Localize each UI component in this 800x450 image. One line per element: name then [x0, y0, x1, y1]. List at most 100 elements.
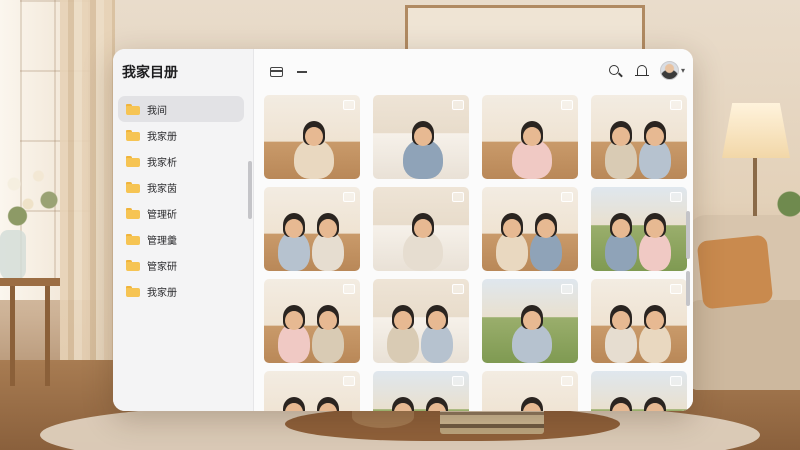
folder-label: 我家册	[147, 287, 177, 299]
person-face	[646, 127, 664, 146]
select-checkbox[interactable]	[670, 100, 682, 110]
person-face	[394, 311, 412, 330]
folder-label: 管家研	[147, 261, 177, 273]
photo-thumbnail[interactable]	[591, 371, 687, 411]
toolbar-left	[266, 62, 312, 82]
select-checkbox[interactable]	[343, 192, 355, 202]
folder-icon	[126, 285, 140, 297]
flowers	[0, 160, 70, 240]
person-face	[646, 219, 664, 238]
main-content: ▾	[254, 49, 693, 411]
photo-thumbnail[interactable]	[373, 187, 469, 271]
folder-icon	[126, 233, 140, 245]
photo-thumbnail[interactable]	[591, 279, 687, 363]
side-table-leg	[10, 286, 15, 386]
folder-label: 我间	[147, 105, 167, 117]
photo-thumbnail[interactable]	[482, 95, 578, 179]
sidebar-folder-item[interactable]: 管理羹	[118, 226, 244, 252]
folder-icon	[126, 207, 140, 219]
avatar[interactable]	[659, 60, 679, 80]
person-face	[537, 219, 555, 238]
person-face	[414, 219, 432, 238]
folder-icon	[126, 129, 140, 141]
main-scrollbar-lower[interactable]	[686, 271, 690, 306]
main-scrollbar[interactable]	[686, 211, 690, 259]
select-checkbox[interactable]	[561, 284, 573, 294]
select-checkbox[interactable]	[452, 192, 464, 202]
folder-label: 管理羹	[147, 235, 177, 247]
select-checkbox[interactable]	[343, 376, 355, 386]
toolbar-right: ▾	[604, 60, 685, 80]
sofa-seat	[688, 300, 800, 390]
side-table-leg	[45, 286, 50, 386]
photo-thumbnail[interactable]	[482, 371, 578, 411]
select-checkbox[interactable]	[561, 376, 573, 386]
sofa-pillow	[696, 234, 774, 310]
window-view-button[interactable]	[266, 62, 286, 82]
person-face	[319, 311, 337, 330]
person-face	[523, 127, 541, 146]
select-checkbox[interactable]	[561, 100, 573, 110]
person-face	[612, 219, 630, 238]
person-face	[305, 127, 323, 146]
person-face	[612, 127, 630, 146]
photo-thumbnail[interactable]	[373, 95, 469, 179]
sidebar-folder-item[interactable]: 我家册	[118, 122, 244, 148]
person-face	[503, 219, 521, 238]
select-checkbox[interactable]	[343, 284, 355, 294]
photo-thumbnail[interactable]	[482, 187, 578, 271]
folder-icon	[126, 155, 140, 167]
sidebar-folder-item[interactable]: 我家茵	[118, 174, 244, 200]
folder-label: 我家析	[147, 157, 177, 169]
select-checkbox[interactable]	[452, 376, 464, 386]
side-table	[0, 278, 60, 286]
select-checkbox[interactable]	[670, 284, 682, 294]
floor-lamp-pole	[753, 158, 757, 216]
sidebar-folder-item[interactable]: 管家研	[118, 252, 244, 278]
photo-thumbnail[interactable]	[264, 371, 360, 411]
select-checkbox[interactable]	[452, 100, 464, 110]
folder-list: 我间 我家册 我家析 我家茵 管理斫 管理羹 管家研 我家册	[118, 96, 244, 304]
wall-picture-frame	[405, 5, 645, 49]
sidebar: 我家目册 我间 我家册 我家析 我家茵 管理斫 管理羹 管家研 我家册	[113, 49, 254, 411]
photo-thumbnail[interactable]	[264, 187, 360, 271]
select-checkbox[interactable]	[452, 284, 464, 294]
folder-icon	[126, 103, 140, 115]
photo-thumbnail[interactable]	[591, 95, 687, 179]
person-face	[285, 311, 303, 330]
select-checkbox[interactable]	[670, 192, 682, 202]
folder-label: 我家茵	[147, 183, 177, 195]
select-checkbox[interactable]	[670, 376, 682, 386]
vase	[0, 230, 26, 280]
person-face	[414, 127, 432, 146]
person-face	[319, 219, 337, 238]
plant	[775, 180, 800, 240]
minimize-icon	[297, 71, 307, 73]
app-title: 我家目册	[122, 65, 178, 81]
photo-grid	[264, 95, 687, 411]
minimize-button[interactable]	[292, 62, 312, 82]
chevron-down-icon[interactable]: ▾	[681, 66, 685, 75]
person-face	[285, 219, 303, 238]
photo-thumbnail[interactable]	[482, 279, 578, 363]
select-checkbox[interactable]	[561, 192, 573, 202]
search-button[interactable]	[604, 60, 624, 80]
folder-icon	[126, 181, 140, 193]
sidebar-folder-item[interactable]: 我家册	[118, 278, 244, 304]
folder-label: 管理斫	[147, 209, 177, 221]
bell-icon	[634, 65, 649, 76]
notifications-button[interactable]	[632, 60, 652, 80]
sidebar-folder-item[interactable]: 管理斫	[118, 200, 244, 226]
folder-icon	[126, 259, 140, 271]
select-checkbox[interactable]	[343, 100, 355, 110]
folder-label: 我家册	[147, 131, 177, 143]
photo-thumbnail[interactable]	[373, 371, 469, 411]
photo-thumbnail[interactable]	[591, 187, 687, 271]
sidebar-folder-item[interactable]: 我家析	[118, 148, 244, 174]
photo-thumbnail[interactable]	[264, 95, 360, 179]
photo-thumbnail[interactable]	[264, 279, 360, 363]
sidebar-scrollbar[interactable]	[248, 161, 252, 219]
photo-album-window: 我家目册 我间 我家册 我家析 我家茵 管理斫 管理羹 管家研 我家册 ▾	[113, 49, 693, 411]
photo-thumbnail[interactable]	[373, 279, 469, 363]
sidebar-folder-item[interactable]: 我间	[118, 96, 244, 122]
